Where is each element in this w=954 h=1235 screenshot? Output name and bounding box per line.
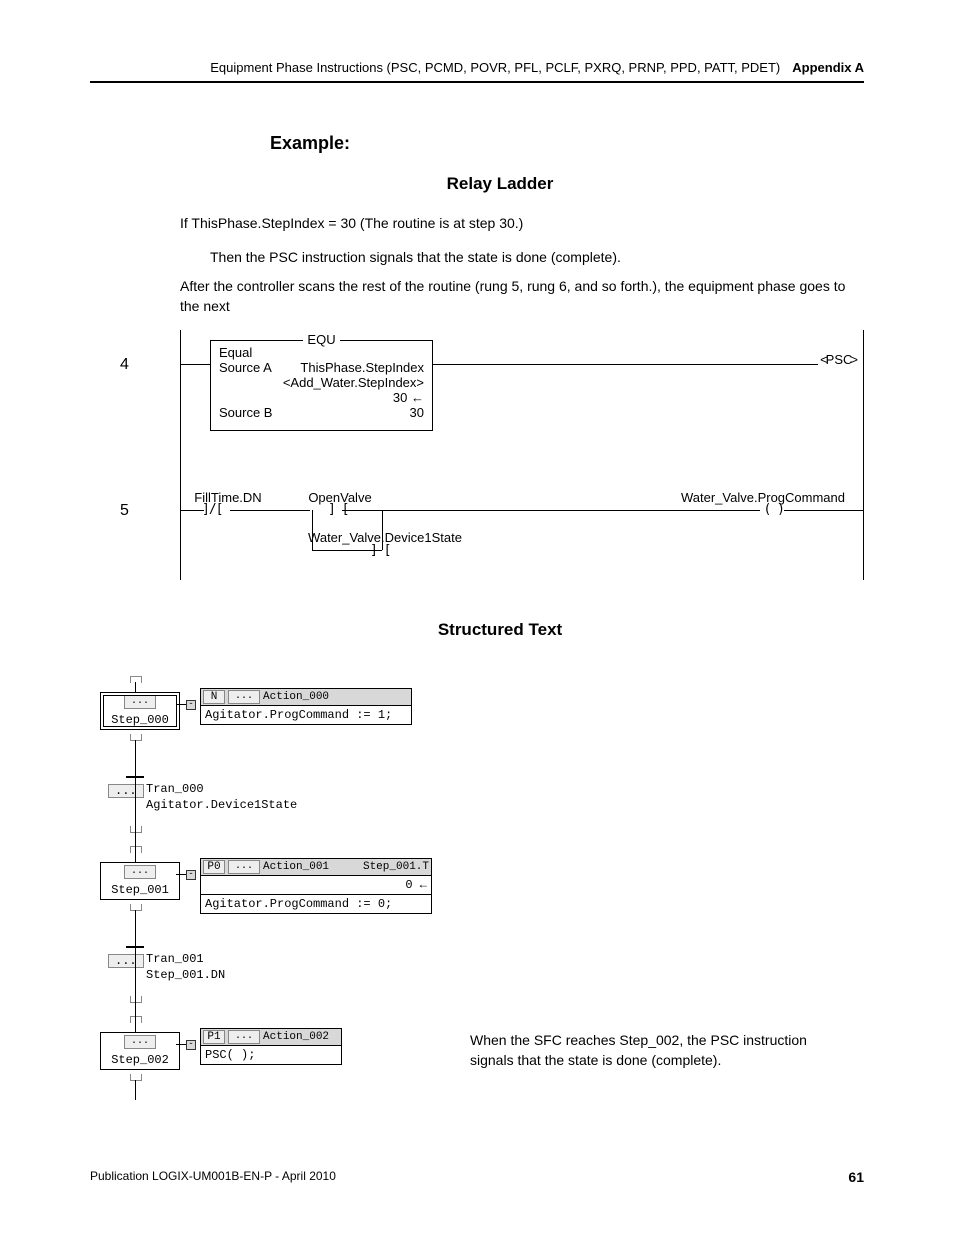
step-000-box: ... Step_000 bbox=[100, 692, 180, 730]
ote-coil-icon: ( ) bbox=[764, 502, 784, 517]
tran-001-label: Tran_001 bbox=[146, 952, 204, 966]
equ-title: EQU bbox=[303, 332, 339, 347]
tran-000-label: Tran_000 bbox=[146, 782, 204, 796]
tran-001-condition: Step_001.DN bbox=[146, 968, 225, 982]
step-001-label: Step_001 bbox=[111, 883, 169, 897]
relay-ladder-heading: Relay Ladder bbox=[270, 174, 730, 194]
minus-icon: - bbox=[186, 870, 196, 880]
filltime-dn-label: FillTime.DN bbox=[188, 490, 268, 505]
ellipsis-icon: ... bbox=[108, 784, 144, 798]
example-heading: Example: bbox=[270, 133, 864, 154]
equ-source-b-value: 30 bbox=[410, 405, 424, 420]
sfc-diagram: ... Step_000 - N ... Action_000 Agitator… bbox=[90, 670, 430, 1110]
ellipsis-icon: ... bbox=[228, 860, 260, 874]
action-002-body: PSC( ); bbox=[201, 1046, 341, 1064]
ellipsis-icon: ... bbox=[124, 695, 156, 709]
action-001-name: Action_001 bbox=[263, 861, 329, 873]
ellipsis-icon: ... bbox=[124, 865, 156, 879]
equ-hint: <Add_Water.StepIndex> bbox=[283, 375, 424, 390]
action-000-body: Agitator.ProgCommand := 1; bbox=[201, 706, 411, 724]
body-line-2: Then the PSC instruction signals that th… bbox=[210, 248, 864, 268]
publication-info: Publication LOGIX-UM001B-EN-P - April 20… bbox=[90, 1169, 336, 1185]
sfc-caption: When the SFC reaches Step_002, the PSC i… bbox=[470, 1031, 850, 1070]
minus-icon: - bbox=[186, 700, 196, 710]
equ-source-b-label: Source B bbox=[219, 405, 272, 420]
action-002-box: P1 ... Action_002 PSC( ); bbox=[200, 1028, 342, 1065]
step-001-box: ... Step_001 bbox=[100, 862, 180, 900]
tran-000-condition: Agitator.Device1State bbox=[146, 798, 297, 812]
ladder-diagram: 4 PSC EQU Equal Source A ThisPhase.StepI… bbox=[90, 330, 864, 580]
page-number: 61 bbox=[848, 1169, 864, 1185]
ellipsis-icon: ... bbox=[228, 690, 260, 704]
equ-30-arrow: 30 ← bbox=[393, 390, 424, 405]
xic-contact-icon-1: ] [ bbox=[328, 502, 348, 517]
header-chapter-title: Equipment Phase Instructions (PSC, PCMD,… bbox=[210, 60, 780, 75]
action-001-qualifier: P0 bbox=[203, 860, 225, 874]
action-002-name: Action_002 bbox=[263, 1031, 329, 1043]
equ-instruction-box: EQU Equal Source A ThisPhase.StepIndex <… bbox=[210, 340, 433, 431]
action-001-body: Agitator.ProgCommand := 0; bbox=[201, 894, 431, 913]
ellipsis-icon: ... bbox=[124, 1035, 156, 1049]
ellipsis-icon: ... bbox=[108, 954, 144, 968]
equ-source-a-label: Source A bbox=[219, 360, 272, 375]
action-002-qualifier: P1 bbox=[203, 1030, 225, 1044]
action-000-qualifier: N bbox=[203, 690, 225, 704]
action-001-timer: Step_001.T bbox=[363, 861, 429, 873]
xio-contact-icon: ]/[ bbox=[202, 502, 222, 517]
header-appendix: Appendix A bbox=[792, 60, 864, 75]
body-line-1: If ThisPhase.StepIndex = 30 (The routine… bbox=[180, 214, 864, 234]
structured-text-heading: Structured Text bbox=[270, 620, 730, 640]
step-002-box: ... Step_002 bbox=[100, 1032, 180, 1070]
rung-number-5: 5 bbox=[120, 502, 129, 520]
equ-equal-label: Equal bbox=[219, 345, 252, 360]
psc-output: PSC bbox=[820, 352, 858, 367]
step-002-label: Step_002 bbox=[111, 1053, 169, 1067]
action-000-box: N ... Action_000 Agitator.ProgCommand :=… bbox=[200, 688, 412, 725]
page-header: Equipment Phase Instructions (PSC, PCMD,… bbox=[90, 60, 864, 83]
page-footer: Publication LOGIX-UM001B-EN-P - April 20… bbox=[90, 1169, 864, 1185]
xic-contact-icon-2: ] [ bbox=[370, 543, 390, 558]
action-001-box: P0 ... Action_001 Step_001.T 0 ← Agitato… bbox=[200, 858, 432, 914]
body-line-3: After the controller scans the rest of t… bbox=[180, 277, 864, 316]
rung-number-4: 4 bbox=[120, 356, 129, 374]
action-000-name: Action_000 bbox=[263, 691, 329, 703]
ellipsis-icon: ... bbox=[228, 1030, 260, 1044]
action-001-zero: 0 ← bbox=[201, 876, 431, 894]
minus-icon: - bbox=[186, 1040, 196, 1050]
equ-source-a-value: ThisPhase.StepIndex bbox=[300, 360, 424, 375]
step-000-label: Step_000 bbox=[111, 713, 169, 727]
